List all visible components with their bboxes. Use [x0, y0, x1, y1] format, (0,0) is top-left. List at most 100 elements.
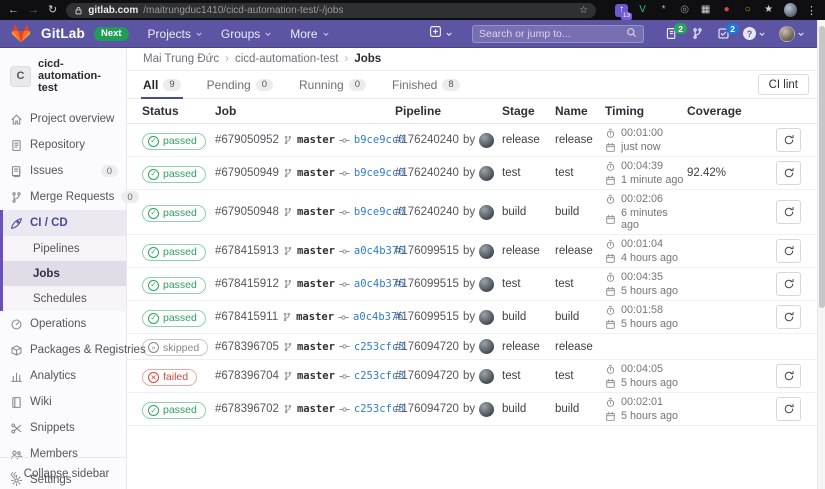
pipeline-link[interactable]: #176099515 — [395, 311, 459, 323]
project-header[interactable]: C cicd-automation-test — [0, 48, 126, 106]
global-search[interactable] — [472, 24, 644, 43]
pipeline-user-avatar[interactable] — [479, 368, 495, 384]
sidebar-item-operations[interactable]: Operations — [0, 311, 126, 337]
pipeline-link[interactable]: #176240240 — [395, 206, 459, 218]
pipeline-user-avatar[interactable] — [479, 401, 495, 417]
branch-name[interactable]: master — [297, 278, 335, 290]
status-badge-passed[interactable]: ✓ passed — [142, 243, 206, 261]
sidebar-item-issues[interactable]: Issues 0 — [0, 158, 126, 184]
sidebar-item-jobs[interactable]: Jobs — [3, 261, 126, 287]
sidebar-item-schedules[interactable]: Schedules — [3, 286, 126, 311]
branch-name[interactable]: master — [297, 245, 335, 257]
upload-extension-icon[interactable]: ↑ 13 — [615, 3, 633, 20]
tab-pending[interactable]: Pending 0 — [207, 71, 273, 98]
new-item-button[interactable] — [429, 25, 453, 43]
sidebar-item-ci-cd[interactable]: CI / CD — [3, 210, 126, 237]
extension-icon-ring[interactable]: ◎ — [678, 4, 691, 17]
ci-lint-button[interactable]: CI lint — [757, 74, 809, 95]
status-badge-passed[interactable]: ✓ passed — [142, 309, 206, 327]
retry-button[interactable] — [776, 128, 801, 152]
address-bar[interactable]: gitlab.com /maitrungduc1410/cicd-automat… — [66, 2, 597, 18]
sidebar-item-snippets[interactable]: Snippets — [0, 415, 126, 441]
retry-button[interactable] — [776, 364, 801, 389]
vue-devtools-icon[interactable]: V — [636, 4, 649, 17]
nav-menu-groups[interactable]: Groups — [221, 27, 272, 41]
extension-icon-red-dot[interactable]: ● — [720, 4, 733, 17]
branch-name[interactable]: master — [297, 403, 335, 415]
pipeline-link[interactable]: #176094720 — [395, 370, 459, 382]
status-badge-skipped[interactable]: » skipped — [142, 339, 209, 357]
pipeline-link[interactable]: #176099515 — [395, 278, 459, 290]
branch-name[interactable]: master — [297, 206, 335, 218]
job-link[interactable]: #678396705 — [215, 341, 279, 353]
branch-name[interactable]: master — [296, 311, 334, 323]
extension-icon-snowflake[interactable]: * — [657, 4, 670, 17]
breadcrumb-item[interactable]: Mai Trung Đức — [143, 53, 219, 65]
status-badge-passed[interactable]: ✓ passed — [142, 165, 206, 183]
job-link[interactable]: #679050948 — [215, 206, 279, 218]
search-input[interactable] — [479, 27, 626, 40]
retry-button[interactable] — [776, 161, 801, 185]
job-link[interactable]: #679050952 — [215, 134, 279, 146]
extension-icon-star[interactable]: ★ — [762, 4, 775, 17]
pipeline-user-avatar[interactable] — [479, 309, 495, 325]
tab-all[interactable]: All 9 — [141, 71, 183, 99]
pipeline-user-avatar[interactable] — [479, 339, 495, 355]
pipeline-link[interactable]: #176099515 — [395, 245, 459, 257]
branch-name[interactable]: master — [297, 370, 335, 382]
pipeline-link[interactable]: #176240240 — [395, 167, 459, 179]
retry-button[interactable] — [776, 305, 801, 329]
extension-icon-gold-ring[interactable]: ○ — [741, 4, 754, 17]
job-link[interactable]: #678396704 — [215, 370, 279, 382]
sidebar-item-packages-registries[interactable]: Packages & Registries — [0, 337, 146, 363]
browser-menu-icon[interactable]: ⋮ — [806, 4, 817, 17]
job-link[interactable]: #678415913 — [215, 245, 279, 257]
help-menu-button[interactable]: ? — [743, 27, 766, 40]
job-link[interactable]: #678415912 — [215, 278, 279, 290]
status-badge-passed[interactable]: ✓ passed — [142, 132, 206, 150]
extension-icon-card[interactable]: ▦ — [699, 4, 712, 17]
status-badge-passed[interactable]: ✓ passed — [142, 276, 206, 294]
pipeline-link[interactable]: #176094720 — [395, 403, 459, 415]
pipeline-user-avatar[interactable] — [479, 132, 495, 148]
gitlab-logo-icon[interactable] — [10, 23, 32, 44]
browser-profile-avatar[interactable] — [784, 3, 797, 17]
job-link[interactable]: #679050949 — [215, 167, 279, 179]
retry-button[interactable] — [776, 200, 801, 224]
sidebar-item-pipelines[interactable]: Pipelines — [3, 236, 126, 261]
pipeline-user-avatar[interactable] — [479, 204, 495, 220]
status-badge-passed[interactable]: ✓ passed — [142, 401, 206, 419]
bookmark-star-icon[interactable]: ☆ — [579, 5, 588, 16]
todos-shortcut-button[interactable]: 2 — [717, 23, 739, 40]
pipeline-link[interactable]: #176240240 — [395, 134, 459, 146]
job-link[interactable]: #678415911 — [215, 311, 278, 323]
retry-button[interactable] — [776, 272, 801, 296]
pipeline-user-avatar[interactable] — [479, 243, 495, 259]
scrollbar-thumb[interactable] — [819, 26, 825, 308]
tab-finished[interactable]: Finished 8 — [392, 71, 460, 98]
collapse-sidebar-button[interactable]: « Collapse sidebar — [0, 457, 126, 489]
branch-name[interactable]: master — [297, 341, 335, 353]
sidebar-item-project-overview[interactable]: Project overview — [0, 106, 126, 132]
retry-button[interactable] — [776, 397, 801, 422]
merge-requests-shortcut-button[interactable] — [691, 27, 704, 40]
browser-reload-icon[interactable]: ↻ — [48, 4, 57, 16]
sidebar-item-repository[interactable]: Repository — [0, 132, 126, 158]
job-link[interactable]: #678396702 — [215, 403, 279, 415]
branch-name[interactable]: master — [297, 134, 335, 146]
sidebar-item-analytics[interactable]: Analytics — [0, 363, 126, 389]
breadcrumb-item[interactable]: cicd-automation-test — [235, 53, 339, 65]
status-badge-failed[interactable]: ✕ failed — [142, 368, 198, 386]
browser-back-icon[interactable]: ← — [8, 4, 19, 16]
pipeline-user-avatar[interactable] — [479, 276, 495, 292]
gitlab-brand[interactable]: GitLab — [41, 26, 85, 41]
sidebar-item-merge-requests[interactable]: Merge Requests 0 — [0, 184, 139, 210]
page-scrollbar[interactable] — [817, 20, 825, 489]
nav-menu-more[interactable]: More — [290, 27, 329, 41]
retry-button[interactable] — [776, 239, 801, 263]
branch-name[interactable]: master — [297, 167, 335, 179]
user-menu-button[interactable] — [779, 25, 805, 42]
sidebar-item-wiki[interactable]: Wiki — [0, 389, 126, 415]
nav-menu-projects[interactable]: Projects — [148, 27, 203, 41]
status-badge-passed[interactable]: ✓ passed — [142, 204, 206, 222]
